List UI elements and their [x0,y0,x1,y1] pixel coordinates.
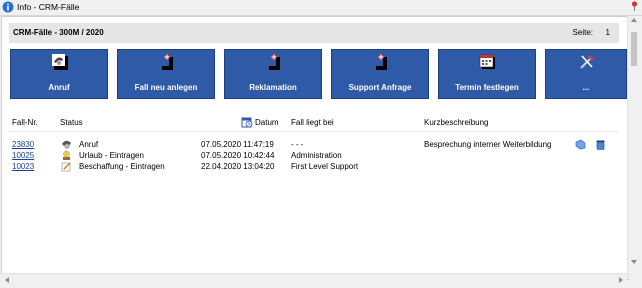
calendar-icon [479,54,495,69]
assigned-text: First Level Support [291,162,359,171]
status-text: Urlaub - Eintragen [79,151,144,160]
page-label: Seite: [572,28,593,37]
header-divider [9,131,619,132]
procurement-status-icon [61,162,71,172]
tile-label: Fall neu anlegen [134,83,198,92]
assigned-text: Administration [291,151,342,160]
tile-label: Termin festlegen [455,83,519,92]
description-text: Besprechung interner Weiterbildung [424,140,552,149]
status-text: Beschaffung - Eintragen [79,162,165,171]
date-sort-icon[interactable] [241,116,253,128]
case-link[interactable]: 10023 [12,162,34,171]
column-header-date[interactable]: Datum [255,118,279,127]
tile-anruf[interactable]: Anruf [10,49,108,99]
case-link[interactable]: 10025 [12,151,34,160]
column-header-description[interactable]: Kurzbeschreibung [424,118,488,127]
tile-termin-festlegen[interactable]: Termin festlegen [438,49,536,99]
list-header: CRM-Fälle - 300M / 2020 Seite: 1 [9,23,619,43]
delete-icon[interactable] [595,139,606,150]
tile-fall-neu[interactable]: Fall neu anlegen [117,49,215,99]
open-icon[interactable] [575,139,586,150]
complaint-icon [269,54,280,70]
scroll-thumb[interactable] [631,32,637,66]
page-number: 1 [605,28,610,37]
support-icon [376,54,387,70]
tile-reklamation[interactable]: Reklamation [224,49,322,99]
tile-more[interactable]: ... [545,49,627,99]
tile-label: ... [582,83,590,92]
phone-icon [52,54,68,70]
vertical-scrollbar[interactable] [627,16,641,278]
vacation-status-icon [63,150,70,160]
window-titlebar: Info - CRM-Fälle [0,0,642,16]
tile-label: Support Anfrage [348,83,412,92]
date-text: 22.04.2020 13:04:20 [201,162,275,171]
tile-label: Reklamation [249,83,297,92]
scroll-up-icon[interactable] [631,18,637,22]
date-text: 07.05.2020 11:47:19 [201,140,274,149]
assigned-text: - - - [291,140,304,149]
pin-icon[interactable] [630,1,639,12]
window-title: Info - CRM-Fälle [17,2,80,12]
scroll-right-icon[interactable] [619,277,623,283]
column-header-status[interactable]: Status [60,118,83,127]
column-header-assigned[interactable]: Fall liegt bei [291,118,334,127]
list-title: CRM-Fälle - 300M / 2020 [13,28,104,37]
tools-icon [580,54,595,69]
info-icon [2,1,14,13]
date-text: 07.05.2020 10:42:44 [201,151,275,160]
new-case-icon [162,54,173,70]
case-link[interactable]: 23830 [12,140,34,149]
scroll-down-icon[interactable] [631,260,637,264]
column-header-case-no[interactable]: Fall-Nr. [12,118,38,127]
status-text: Anruf [79,140,99,149]
scroll-left-icon[interactable] [5,277,9,283]
tile-support-anfrage[interactable]: Support Anfrage [331,49,429,99]
tile-label: Anruf [48,83,70,92]
phone-status-icon [62,140,71,149]
horizontal-scrollbar[interactable] [1,273,627,287]
